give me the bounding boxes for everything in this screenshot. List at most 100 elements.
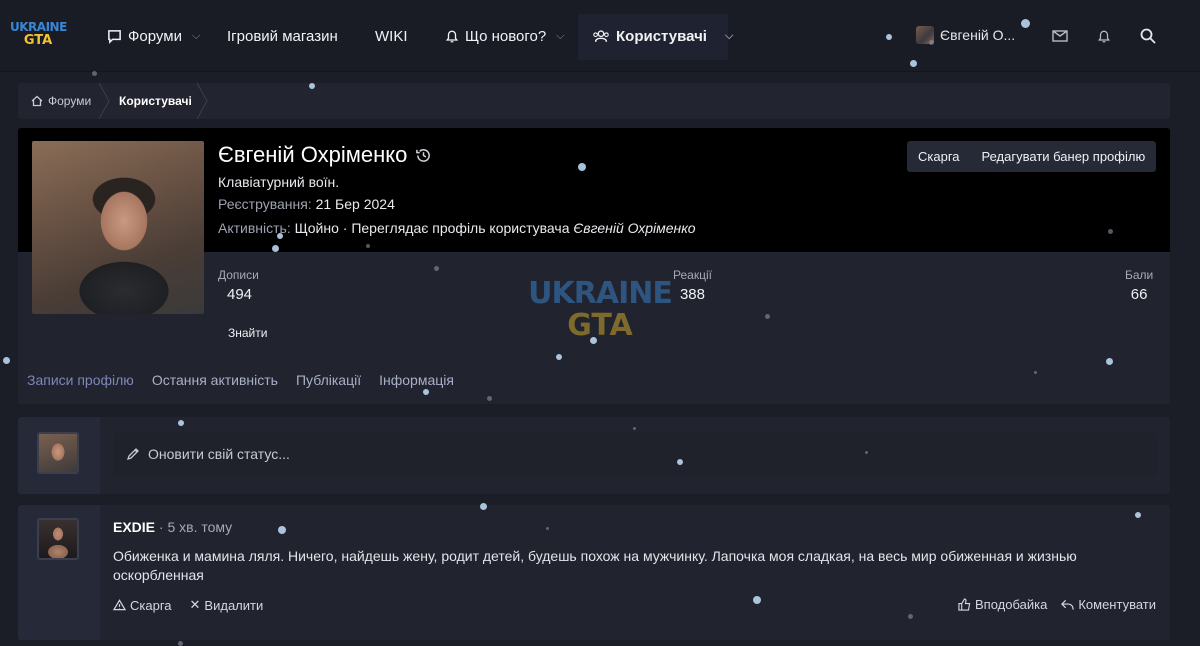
snowflake [278,526,286,534]
nav-wiki[interactable]: WIKI [375,26,408,46]
post-author-link[interactable]: EXDIE [113,519,155,535]
status-placeholder: Оновити свій статус... [148,446,290,462]
profile-user-title: Клавіатурний воїн. [218,174,340,190]
post-delete-label: Видалити [204,597,264,613]
avatar[interactable] [37,518,79,560]
tab-latest-activity[interactable]: Остання активність [152,372,278,388]
breadcrumb-separator [196,83,208,119]
nav-wiki-label: WIKI [375,27,408,45]
tab-about[interactable]: Інформація [379,372,454,388]
post-time[interactable]: · 5 хв. тому [159,519,232,535]
snowflake [309,83,315,89]
snowflake [178,420,184,426]
snowflake [1135,512,1141,518]
snowflake [423,389,429,395]
comment-button[interactable]: Коментувати [1061,597,1156,612]
snowflake [546,527,549,530]
tab-profile-posts[interactable]: Записи профілю [27,372,134,388]
profile-registered: Реєстрування: 21 Бер 2024 [218,196,395,212]
snowflake [1106,358,1113,365]
snowflake [272,245,279,252]
history-icon[interactable] [415,147,432,164]
like-label: Вподобайка [975,597,1048,612]
snowflake [677,459,683,465]
snowflake [765,314,770,319]
stat-points-label: Бали [1125,268,1154,282]
snowflake [556,354,562,360]
comment-label: Коментувати [1078,597,1156,612]
nav-forums-label: Форуми [128,27,182,45]
snowflake [753,596,761,604]
edit-banner-button[interactable]: Редагувати банер профілю [971,141,1157,172]
close-icon: ✕ [189,597,201,612]
avatar[interactable] [37,432,79,474]
breadcrumb-current-label: Користувачі [119,94,192,108]
post-report-button[interactable]: Скарга [113,597,172,613]
find-button[interactable]: Знайти [228,326,267,340]
site-logo[interactable]: UKRAINE GTA [10,20,67,52]
account-name: Євгеній О... [940,27,1016,43]
post-report-label: Скарга [130,597,172,613]
warning-icon [113,599,126,611]
logo-line1: UKRAINE [10,20,67,34]
home-icon [31,95,43,107]
stat-points[interactable]: Бали 66 [1125,268,1153,303]
activity-user-link[interactable]: Євгеній Охріменко [573,220,695,236]
post-avatar-column [18,505,100,640]
registered-label: Реєстрування: [218,196,312,212]
thumbs-up-icon [958,598,971,611]
chevron-down-icon[interactable]: ⌵ [192,30,200,43]
envelope-icon[interactable] [1048,24,1072,48]
profile-avatar[interactable] [32,141,204,314]
stat-posts[interactable]: Дописи 494 [218,268,259,303]
post-delete-button[interactable]: ✕ Видалити [190,597,264,613]
like-button[interactable]: Вподобайка [958,597,1047,612]
chevron-down-icon[interactable]: ⌵ [725,30,733,43]
snowflake [487,396,492,401]
nav-forums[interactable]: Форуми ⌵ [107,26,200,46]
snowflake [92,71,97,76]
report-button[interactable]: Скарга [907,141,971,172]
nav-whats-new[interactable]: Що нового? ⌵ [445,26,565,46]
breadcrumb: Форуми Користувачі [18,83,1170,119]
search-icon[interactable] [1136,24,1160,48]
nav-users[interactable]: Користувачі ⌵ [592,26,733,46]
watermark-line2: GTA [567,308,633,343]
status-avatar-column [18,417,100,494]
snowflake [3,357,10,364]
breadcrumb-current[interactable]: Користувачі [119,94,192,108]
bell-icon[interactable] [1092,24,1116,48]
users-icon [593,29,609,42]
post-actions-left: Скарга ✕ Видалити [113,597,263,613]
tab-postings[interactable]: Публікації [296,372,361,388]
watermark-logo: UKRAINE GTA [520,278,680,358]
banner-button-group: Скарга Редагувати банер профілю [907,141,1157,172]
snowflake [480,503,487,510]
profile-name: Євгеній Охріменко [218,142,432,168]
activity-value: Щойно · Переглядає профіль користувача [294,220,570,236]
stat-posts-value: 494 [227,286,253,303]
snowflake [590,337,597,344]
snowflake [366,244,370,248]
snowflake [277,233,283,239]
profile-name-text: Євгеній Охріменко [218,142,408,167]
chevron-down-icon[interactable]: ⌵ [556,30,564,43]
snowflake [578,163,586,171]
snowflake [434,266,439,271]
logo-line2: GTA [23,33,53,48]
stat-posts-label: Дописи [218,268,259,282]
snowflake [886,34,892,40]
snowflake [910,60,917,67]
nav-shop[interactable]: Ігровий магазин [227,26,338,46]
top-navigation: UKRAINE GTA Форуми ⌵ Ігровий магазин WIK… [0,0,1200,72]
profile-tabs: Записи профілю Остання активність Публік… [27,372,454,388]
breadcrumb-home[interactable]: Форуми [31,94,91,108]
status-update-box: Оновити свій статус... [18,417,1170,494]
snowflake [908,614,913,619]
status-input[interactable]: Оновити свій статус... [114,433,1157,475]
stat-points-value: 66 [1130,286,1148,303]
snowflake [1034,371,1037,374]
snowflake [865,451,868,454]
snowflake [929,40,934,45]
post-body: Обиженка и мамина ляля. Ничего, найдешь … [113,548,1077,583]
